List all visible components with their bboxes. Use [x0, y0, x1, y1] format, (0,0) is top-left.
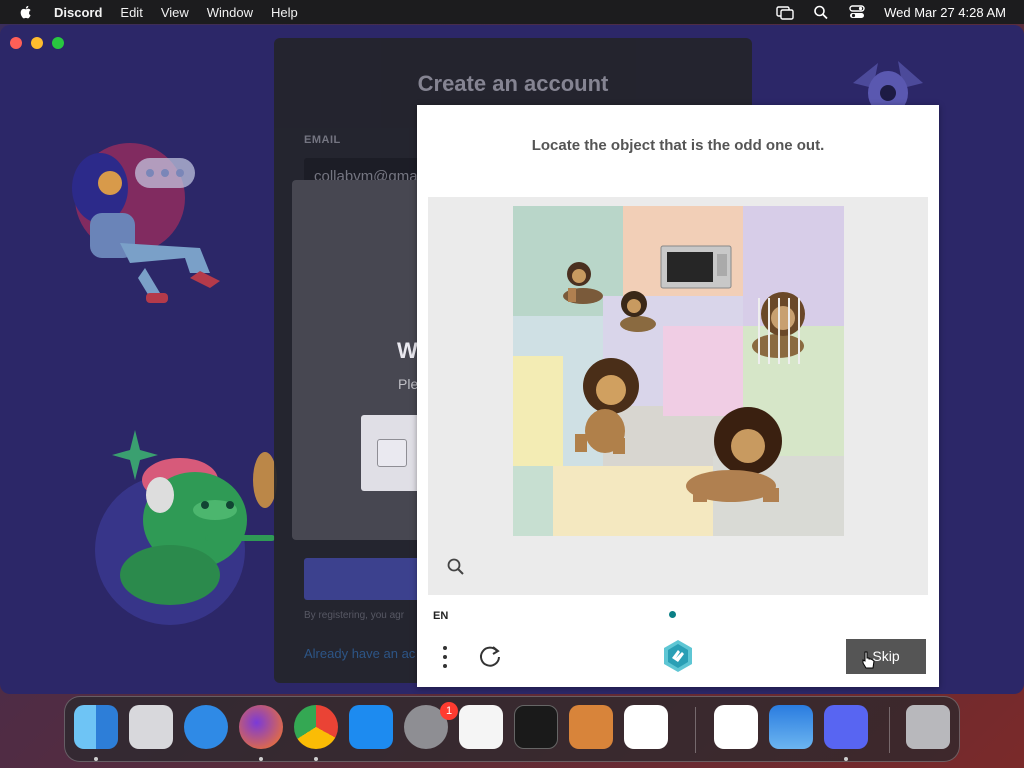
dock-safari-icon[interactable] [184, 705, 228, 749]
dock-running-indicator [314, 757, 318, 761]
zoom-window-button[interactable] [52, 37, 64, 49]
dock-separator [695, 707, 696, 753]
dock-textedit-icon[interactable] [459, 705, 503, 749]
register-title: Create an account [417, 71, 609, 96]
menu-app-name[interactable]: Discord [54, 5, 102, 20]
verify-dialog: W Ple [292, 180, 441, 540]
system-settings-badge: 1 [440, 702, 458, 720]
captcha-prompt: Locate the object that is the odd one ou… [531, 137, 825, 154]
close-window-button[interactable] [10, 37, 22, 49]
dock-trash-icon[interactable] [906, 705, 950, 749]
language-selector[interactable]: EN [433, 610, 448, 622]
dock-running-indicator [94, 757, 98, 761]
captcha-image-area [428, 197, 928, 595]
dock [64, 696, 960, 762]
email-label: EMAIL [304, 134, 341, 146]
illustration-green-creature [95, 430, 277, 625]
control-center-icon[interactable] [848, 4, 866, 20]
captcha-checkbox[interactable] [377, 439, 407, 467]
menu-bar: Discord Edit View Window Help Wed Mar 27… [0, 0, 1024, 24]
dock-separator [889, 707, 890, 753]
hcaptcha-challenge: Locate the object that is the odd one ou… [417, 105, 939, 687]
refresh-icon[interactable] [477, 643, 503, 669]
menu-edit[interactable]: Edit [120, 5, 142, 20]
window-controls [10, 37, 64, 49]
dock-firefox-icon[interactable] [239, 705, 283, 749]
dock-launchpad-icon[interactable] [129, 705, 173, 749]
illustration-person-with-phone [72, 143, 220, 303]
screen-mirroring-icon[interactable] [776, 4, 794, 20]
zoom-icon[interactable] [446, 557, 466, 577]
apple-icon[interactable] [18, 4, 34, 20]
hand-cursor-icon [862, 651, 875, 669]
dock-vscode-icon[interactable] [624, 705, 668, 749]
menu-clock[interactable]: Wed Mar 27 4:28 AM [884, 5, 1006, 20]
dock-garageband-icon[interactable] [569, 705, 613, 749]
hcaptcha-logo-icon [664, 640, 692, 672]
minimize-window-button[interactable] [31, 37, 43, 49]
page-indicator-dot [669, 611, 676, 618]
dock-chrome-icon[interactable] [294, 705, 338, 749]
dock-discord-icon[interactable] [824, 705, 868, 749]
lion-caged-right[interactable] [752, 292, 805, 364]
dock-weather-icon[interactable] [769, 705, 813, 749]
menu-window[interactable]: Window [207, 5, 253, 20]
dock-app-store-icon[interactable] [349, 705, 393, 749]
login-link[interactable]: Already have an ac [304, 646, 415, 661]
dock-finder-icon[interactable] [74, 705, 118, 749]
dock-terminal-icon[interactable] [514, 705, 558, 749]
dock-visual-studio-icon[interactable] [714, 705, 758, 749]
microwave[interactable] [660, 245, 732, 289]
menu-view[interactable]: View [161, 5, 189, 20]
menu-help[interactable]: Help [271, 5, 298, 20]
spotlight-search-icon[interactable] [812, 4, 830, 20]
dock-running-indicator [259, 757, 263, 761]
terms-text: By registering, you agr [304, 610, 405, 621]
dock-running-indicator [844, 757, 848, 761]
challenge-image-canvas[interactable] [513, 206, 844, 536]
verify-subtitle: Ple [398, 376, 419, 392]
verify-heading: W [397, 338, 418, 363]
challenge-image[interactable] [513, 206, 844, 536]
more-options-icon[interactable] [441, 645, 449, 669]
skip-button[interactable]: Skip [846, 639, 926, 674]
